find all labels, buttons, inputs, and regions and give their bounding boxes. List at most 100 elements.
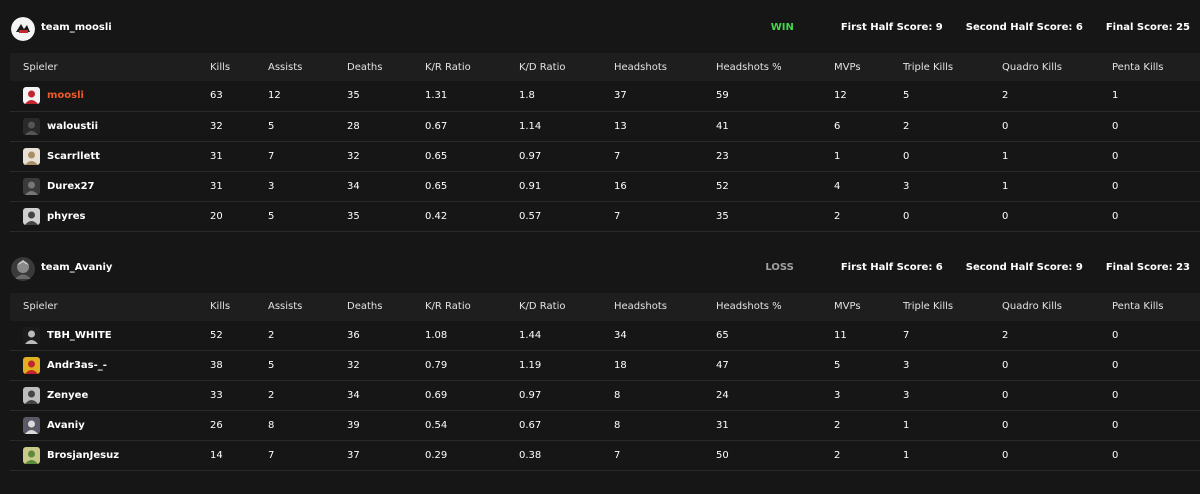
stat-cell: 0.69 — [425, 390, 448, 401]
column-header[interactable]: Quadro Kills — [1002, 53, 1112, 81]
stat-cell: 37 — [347, 450, 360, 461]
column-header[interactable]: Spieler — [10, 293, 210, 321]
stat-cell: 8 — [614, 420, 621, 431]
stat-cell: 38 — [210, 360, 223, 371]
stat-cell: 0.97 — [519, 390, 542, 401]
player-name-link[interactable]: phyres — [47, 211, 85, 222]
stat-cell: 2 — [834, 420, 841, 431]
team-logo-icon[interactable] — [11, 256, 35, 281]
column-header[interactable]: Spieler — [10, 53, 210, 81]
table-row: phyres 20 5 35 0.42 0.57 7 35 2 0 0 0 — [10, 201, 1200, 231]
column-header[interactable]: Deaths — [347, 293, 425, 321]
player-cell: Andr3as-_- — [10, 351, 210, 381]
column-header[interactable]: MVPs — [834, 293, 903, 321]
stat-cell: 1.44 — [519, 329, 542, 341]
column-header[interactable]: Deaths — [347, 53, 425, 81]
stat-cell: 7 — [614, 450, 621, 461]
column-header[interactable]: Kills — [210, 293, 268, 321]
stat-cell: 2 — [1002, 329, 1009, 341]
team-name[interactable]: team_moosli — [41, 22, 112, 33]
column-header[interactable]: Penta Kills — [1112, 53, 1200, 81]
player-avatar-icon[interactable] — [23, 447, 40, 464]
column-header[interactable]: K/R Ratio — [425, 293, 519, 321]
stat-cell: 0 — [903, 150, 910, 162]
scoreboard-table: Spieler Kills Assists Deaths K/R Ratio K… — [10, 53, 1200, 232]
column-header[interactable]: Triple Kills — [903, 293, 1002, 321]
stat-cell: 7 — [268, 150, 275, 162]
column-header[interactable]: Headshots % — [716, 53, 834, 81]
table-row: waloustii 32 5 28 0.67 1.14 13 41 6 2 0 0 — [10, 111, 1200, 141]
column-header[interactable]: Triple Kills — [903, 53, 1002, 81]
player-name-link[interactable]: Zenyee — [47, 390, 88, 401]
player-cell: Avaniy — [10, 411, 210, 441]
player-avatar-icon[interactable] — [23, 117, 40, 135]
player-name-link[interactable]: Durex27 — [47, 181, 95, 192]
first-half-score: First Half Score: 9 — [840, 22, 943, 33]
player-name-link[interactable]: moosli — [47, 90, 84, 101]
column-header[interactable]: K/D Ratio — [519, 293, 614, 321]
stat-cell: 0 — [1112, 329, 1119, 341]
team-section: team_Avaniy LOSS First Half Score: 6 Sec… — [0, 240, 1200, 472]
column-header[interactable]: Assists — [268, 53, 347, 81]
stat-cell: 12 — [834, 90, 847, 102]
table-row: moosli 63 12 35 1.31 1.8 37 59 12 5 2 1 — [10, 81, 1200, 111]
player-avatar-icon[interactable] — [23, 177, 40, 195]
column-header[interactable]: Quadro Kills — [1002, 293, 1112, 321]
column-header[interactable]: Headshots — [614, 53, 716, 81]
stat-cell: 39 — [347, 420, 360, 431]
first-half-score: First Half Score: 6 — [840, 261, 943, 273]
team-section: team_moosli WIN First Half Score: 9 Seco… — [0, 0, 1200, 232]
stat-cell: 0.42 — [425, 210, 448, 222]
player-avatar-icon[interactable] — [23, 87, 40, 105]
stat-cell: 0.97 — [519, 150, 542, 162]
player-name-link[interactable]: Scarrllett — [47, 151, 100, 162]
player-avatar-icon[interactable] — [23, 207, 40, 225]
column-header[interactable]: Headshots — [614, 293, 716, 321]
column-header[interactable]: Assists — [268, 293, 347, 321]
stat-cell: 31 — [716, 420, 729, 431]
player-avatar-icon[interactable] — [23, 357, 40, 374]
table-row: Scarrllett 31 7 32 0.65 0.97 7 23 1 0 1 0 — [10, 141, 1200, 171]
second-half-score: Second Half Score: 6 — [965, 22, 1083, 33]
stat-cell: 16 — [614, 180, 627, 192]
column-header[interactable]: Penta Kills — [1112, 293, 1200, 321]
column-header[interactable]: Kills — [210, 53, 268, 81]
stat-cell: 1 — [1002, 150, 1009, 162]
player-cell: BrosjanJesuz — [10, 441, 210, 471]
stat-cell: 7 — [268, 450, 275, 461]
stat-cell: 4 — [834, 180, 841, 192]
stat-cell: 0 — [1112, 210, 1119, 222]
team-logo-icon[interactable] — [11, 17, 35, 41]
stat-cell: 1 — [834, 150, 841, 162]
column-header[interactable]: Headshots % — [716, 293, 834, 321]
player-name-link[interactable]: Avaniy — [47, 420, 85, 431]
scoreboard-table: Spieler Kills Assists Deaths K/R Ratio K… — [10, 292, 1200, 472]
player-name-link[interactable]: Andr3as-_- — [47, 360, 107, 371]
stat-cell: 63 — [210, 90, 223, 102]
player-avatar-icon[interactable] — [23, 387, 40, 404]
team-name[interactable]: team_Avaniy — [41, 262, 112, 273]
column-header[interactable]: K/R Ratio — [425, 53, 519, 81]
stat-cell: 1.8 — [519, 90, 535, 102]
player-name-link[interactable]: BrosjanJesuz — [47, 450, 119, 461]
column-header[interactable]: K/D Ratio — [519, 53, 614, 81]
stat-cell: 50 — [716, 450, 729, 461]
player-cell: Durex27 — [10, 171, 210, 201]
player-avatar-icon[interactable] — [23, 147, 40, 165]
stat-cell: 0 — [1002, 390, 1009, 401]
player-name-link[interactable]: waloustii — [47, 121, 98, 132]
table-row: TBH_WHITE 52 2 36 1.08 1.44 34 65 11 7 2 0 — [10, 321, 1200, 351]
column-header[interactable]: MVPs — [834, 53, 903, 81]
player-avatar-icon[interactable] — [23, 326, 40, 344]
stat-cell: 23 — [716, 150, 729, 162]
stat-cell: 0.29 — [425, 450, 448, 461]
stat-cell: 32 — [210, 120, 223, 132]
stat-cell: 8 — [614, 390, 621, 401]
stat-cell: 36 — [347, 329, 360, 341]
player-name-link[interactable]: TBH_WHITE — [47, 330, 112, 341]
stat-cell: 6 — [834, 120, 841, 132]
stat-cell: 1.19 — [519, 360, 542, 371]
player-avatar-icon[interactable] — [23, 417, 40, 434]
stat-cell: 3 — [268, 180, 275, 192]
stat-cell: 5 — [268, 210, 275, 222]
